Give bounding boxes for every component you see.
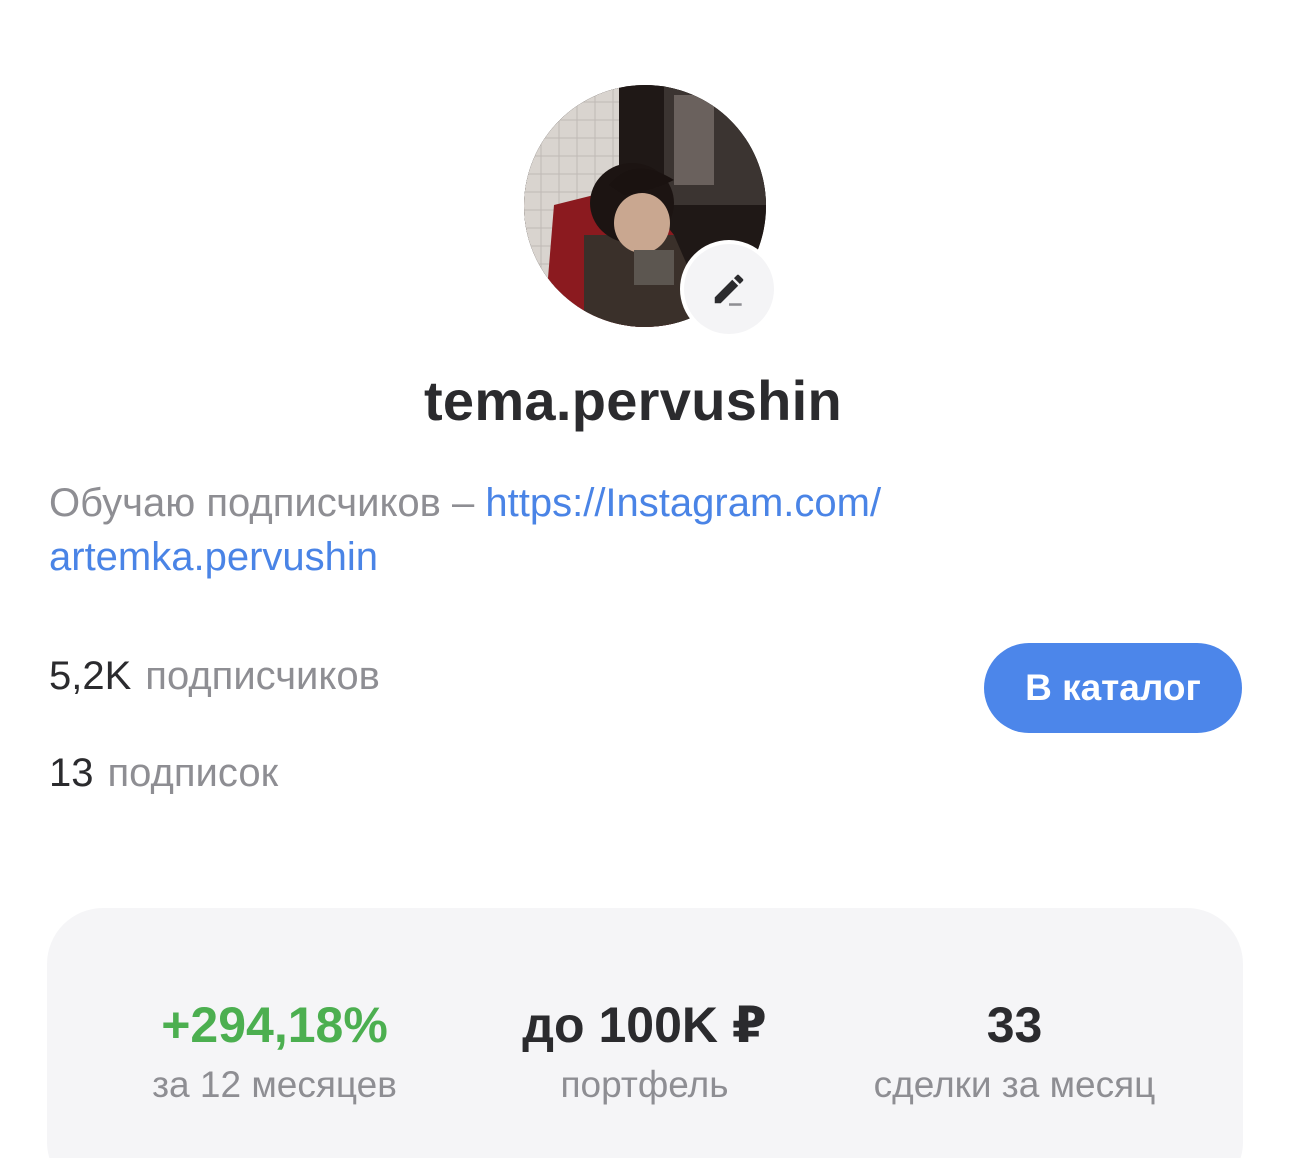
pencil-icon	[714, 274, 744, 306]
followers-count: 5,2K	[49, 654, 132, 698]
edit-avatar-button[interactable]	[684, 244, 774, 334]
metric-portfolio-value: до 100K ₽	[522, 997, 767, 1053]
following-label: подписок	[107, 751, 279, 795]
to-catalog-button[interactable]: В каталог	[984, 643, 1242, 733]
followers-stat[interactable]: 5,2K подписчиков	[49, 654, 380, 699]
metric-portfolio: до 100K ₽ портфель	[477, 996, 812, 1106]
avatar-container	[524, 85, 774, 334]
metric-deals-value: 33	[986, 997, 1043, 1053]
metric-deals-label: сделки за месяц	[873, 1064, 1156, 1105]
performance-card: +294,18% за 12 месяцев до 100K ₽ портфел…	[47, 908, 1243, 1158]
username: tema.pervushin	[423, 369, 843, 432]
profile-bio: Обучаю подписчиков – https://Instagram.c…	[49, 476, 1249, 584]
bio-link-line1: https://Instagram.com/	[485, 481, 882, 525]
following-stat[interactable]: 13 подписок	[49, 751, 278, 796]
bio-link-line2: artemka.pervushin	[49, 535, 379, 579]
metric-return-value: +294,18%	[161, 997, 388, 1053]
followers-label: подписчиков	[145, 654, 380, 698]
following-count: 13	[49, 751, 94, 795]
bio-text: Обучаю подписчиков –	[49, 481, 486, 525]
profile-page: tema.pervushin Обучаю подписчиков – http…	[0, 0, 1290, 1158]
metric-return: +294,18% за 12 месяцев	[107, 996, 442, 1106]
metric-return-label: за 12 месяцев	[152, 1064, 397, 1105]
metric-portfolio-label: портфель	[560, 1064, 729, 1105]
metric-deals: 33 сделки за месяц	[837, 996, 1192, 1106]
